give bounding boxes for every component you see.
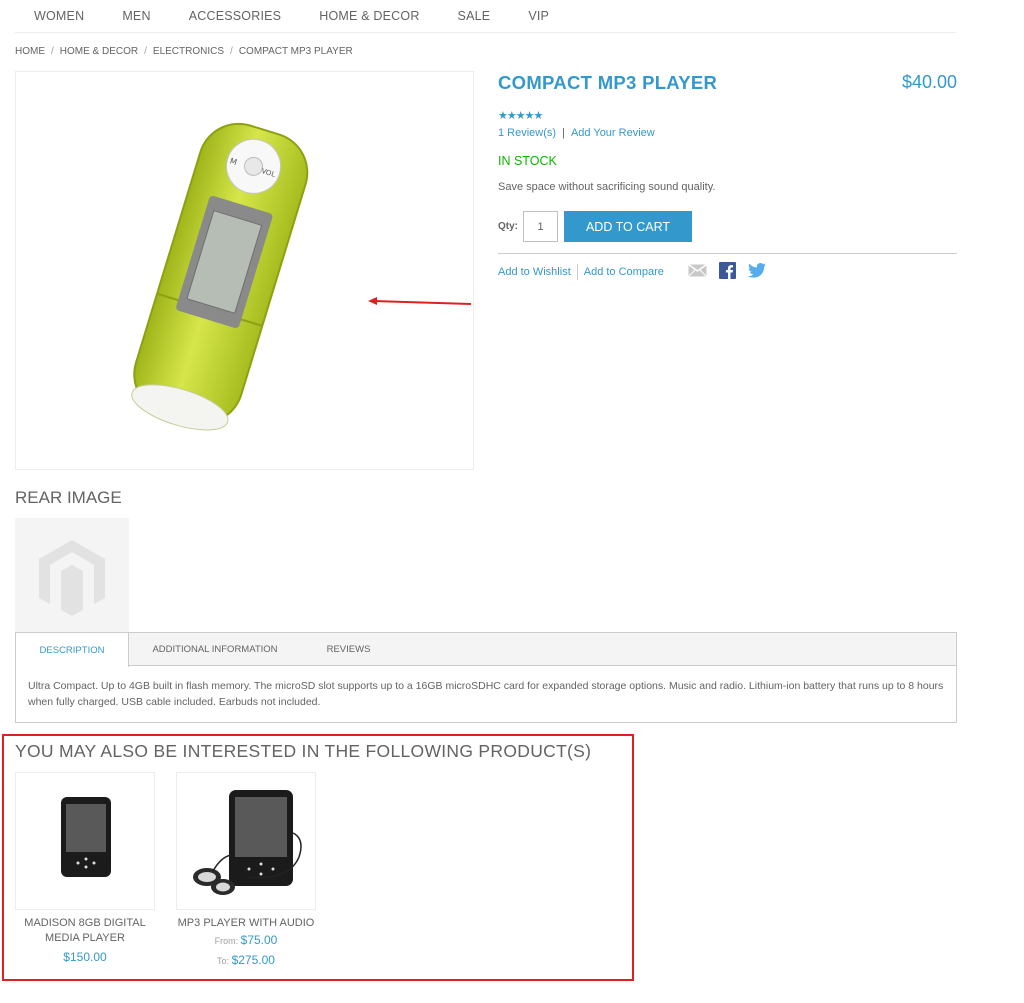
facebook-icon[interactable] xyxy=(719,262,736,279)
product-title: COMPACT MP3 PLAYER xyxy=(498,72,718,93)
share-links xyxy=(688,262,766,279)
upsell-item[interactable]: MP3 PLAYER WITH AUDIO From: $75.00 To: $… xyxy=(176,772,316,971)
reviews-line: 1 Review(s) | Add Your Review xyxy=(498,127,655,139)
stock-status: IN STOCK xyxy=(498,154,557,168)
email-icon[interactable] xyxy=(688,264,707,277)
price-to-label: To: xyxy=(217,956,230,966)
upsell-price-from: From: $75.00 xyxy=(176,931,316,951)
product-price: $40.00 xyxy=(901,72,957,92)
media-player-image xyxy=(61,797,111,877)
tab-bar: DESCRIPTION ADDITIONAL INFORMATION REVIE… xyxy=(16,633,956,667)
nav-item-men[interactable]: MEN xyxy=(103,9,169,23)
add-review-link[interactable]: Add Your Review xyxy=(571,127,655,139)
mp3-player-image: M VOL xyxy=(131,122,309,431)
nav-item-home-decor[interactable]: HOME & DECOR xyxy=(300,9,438,23)
qty-input[interactable] xyxy=(523,211,558,242)
breadcrumb-separator: / xyxy=(51,46,54,57)
nav-item-sale[interactable]: SALE xyxy=(439,9,510,23)
upsell-item[interactable]: MADISON 8GB DIGITAL MEDIA PLAYER $150.00 xyxy=(15,772,155,964)
separator: | xyxy=(562,127,565,139)
product-tabs: DESCRIPTION ADDITIONAL INFORMATION REVIE… xyxy=(15,632,957,723)
product-main-image[interactable]: M VOL xyxy=(15,71,474,470)
price-from-label: From: xyxy=(214,936,239,946)
upsell-title: YOU MAY ALSO BE INTERESTED IN THE FOLLOW… xyxy=(15,741,592,761)
breadcrumb-electronics[interactable]: ELECTRONICS xyxy=(153,46,224,57)
add-to-compare-link[interactable]: Add to Compare xyxy=(584,266,664,278)
add-to-wishlist-link[interactable]: Add to Wishlist xyxy=(498,266,571,278)
add-to-links: Add to Wishlist Add to Compare xyxy=(498,264,664,280)
top-nav: WOMEN MEN ACCESSORIES HOME & DECOR SALE … xyxy=(15,0,956,33)
magento-placeholder-icon xyxy=(39,540,105,616)
upsell-item-name[interactable]: MADISON 8GB DIGITAL MEDIA PLAYER xyxy=(15,916,155,946)
mp3-player-audio-image xyxy=(193,790,302,895)
upsell-item-price: $150.00 xyxy=(63,950,107,964)
rear-image-thumbnail[interactable] xyxy=(15,518,129,632)
tab-description[interactable]: DESCRIPTION xyxy=(16,633,129,667)
rear-image-title: REAR IMAGE xyxy=(15,488,122,507)
nav-item-vip[interactable]: VIP xyxy=(509,9,568,23)
upsell-item-image[interactable] xyxy=(15,772,155,910)
divider xyxy=(576,264,578,280)
breadcrumb-separator: / xyxy=(230,46,233,57)
divider xyxy=(498,253,957,254)
tab-description-content: Ultra Compact. Up to 4GB built in flash … xyxy=(28,680,944,708)
breadcrumb-current: COMPACT MP3 PLAYER xyxy=(238,46,353,57)
reviews-link[interactable]: 1 Review(s) xyxy=(498,127,556,139)
upsell-item-name[interactable]: MP3 PLAYER WITH AUDIO xyxy=(176,916,316,931)
twitter-icon[interactable] xyxy=(748,263,766,278)
price-to-value: $275.00 xyxy=(231,953,275,967)
rating-stars: ★★★★★ xyxy=(498,110,543,122)
breadcrumb-separator: / xyxy=(144,46,147,57)
upsell-item-image[interactable] xyxy=(176,772,316,910)
breadcrumb-home-decor[interactable]: HOME & DECOR xyxy=(60,46,138,57)
qty-label: Qty: xyxy=(498,221,518,232)
price-from-value: $75.00 xyxy=(240,933,278,947)
add-to-cart-button[interactable]: ADD TO CART xyxy=(564,211,692,242)
nav-item-accessories[interactable]: ACCESSORIES xyxy=(170,9,301,23)
breadcrumb-home[interactable]: HOME xyxy=(15,46,45,57)
annotation-arrow xyxy=(368,297,472,305)
tab-additional-information[interactable]: ADDITIONAL INFORMATION xyxy=(129,633,301,666)
breadcrumb: HOME / HOME & DECOR / ELECTRONICS / COMP… xyxy=(15,46,353,57)
nav-item-women[interactable]: WOMEN xyxy=(15,9,103,23)
tab-reviews[interactable]: REVIEWS xyxy=(301,633,396,666)
short-description: Save space without sacrificing sound qua… xyxy=(498,181,716,193)
upsell-price-to: To: $275.00 xyxy=(176,951,316,971)
